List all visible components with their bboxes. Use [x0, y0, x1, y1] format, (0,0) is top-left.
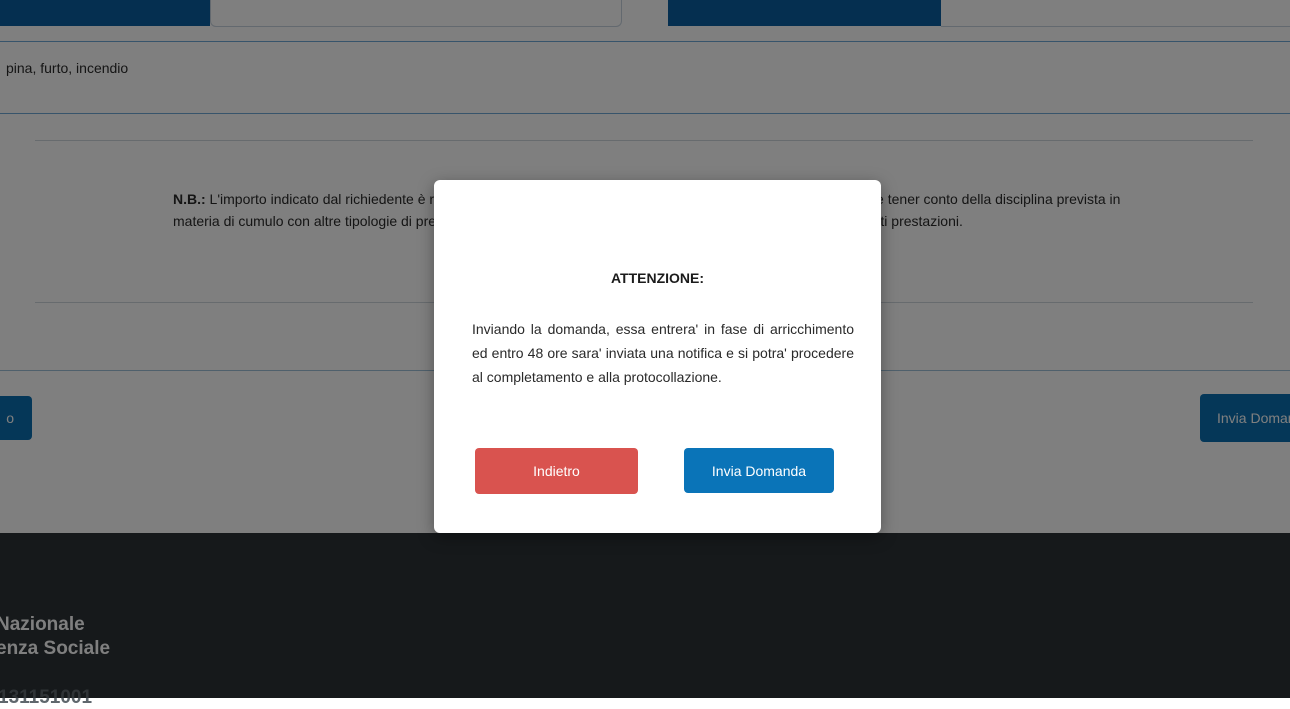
confirm-dialog: ATTENZIONE: Inviando la domanda, essa en… — [434, 180, 881, 533]
dialog-message: Inviando la domanda, essa entrera' in fa… — [472, 321, 854, 385]
dialog-back-button[interactable]: Indietro — [475, 448, 638, 494]
dialog-send-button[interactable]: Invia Domanda — [684, 448, 834, 493]
dialog-title: ATTENZIONE: — [610, 270, 705, 286]
